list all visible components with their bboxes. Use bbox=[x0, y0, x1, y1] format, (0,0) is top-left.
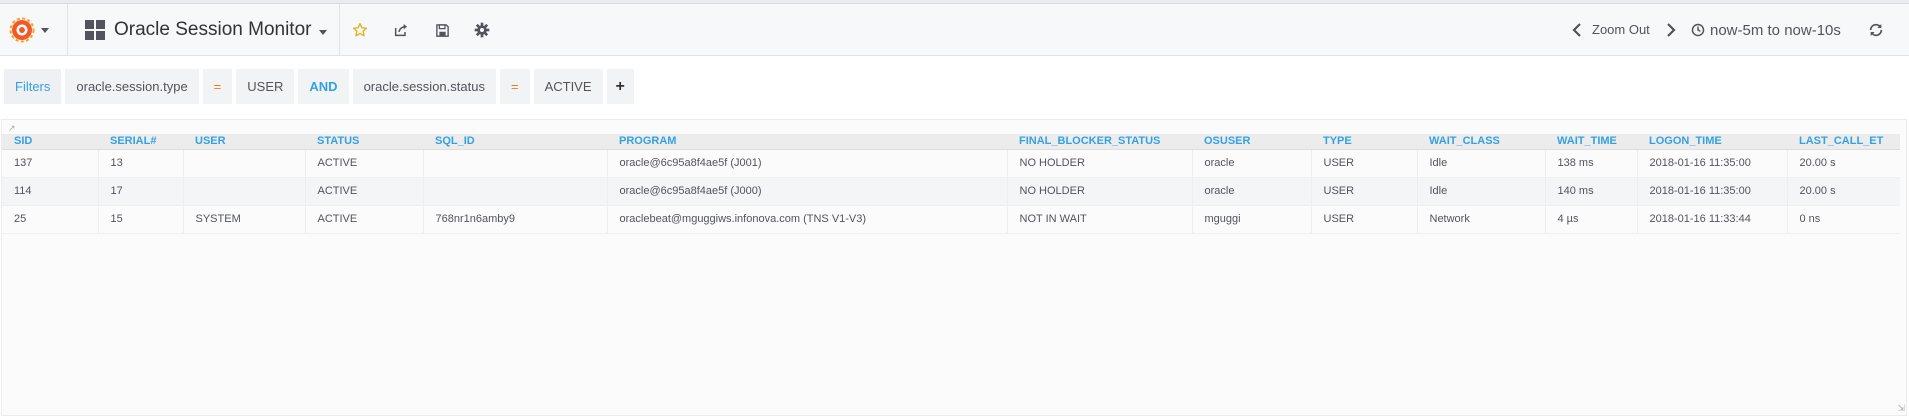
table-row: 137 13 ACTIVE oracle@6c95a8f4ae5f (J001)… bbox=[2, 149, 1900, 178]
table-header-row: SID SERIAL# USER STATUS SQL_ID PROGRAM F… bbox=[2, 134, 1900, 150]
table-cell: 13 bbox=[98, 149, 184, 178]
table-cell: 137 bbox=[2, 149, 99, 178]
table-cell: Network bbox=[1417, 205, 1546, 234]
table-cell: oracle bbox=[1192, 149, 1312, 178]
table-cell: USER bbox=[1311, 205, 1418, 234]
dashboard-picker[interactable]: Oracle Session Monitor bbox=[70, 4, 340, 56]
table-cell bbox=[183, 149, 306, 178]
table-cell: ACTIVE bbox=[305, 149, 424, 178]
dashboard-title: Oracle Session Monitor bbox=[114, 19, 312, 40]
table-cell: 15 bbox=[98, 205, 184, 234]
clock-icon bbox=[1691, 23, 1705, 37]
filter-value[interactable]: USER bbox=[236, 69, 295, 104]
refresh-icon bbox=[1869, 23, 1883, 37]
table-cell: 25 bbox=[2, 205, 99, 234]
time-range-label: now-5m to now-10s bbox=[1710, 21, 1841, 39]
table-cell: oracle@6c95a8f4ae5f (J001) bbox=[607, 149, 1008, 178]
star-icon bbox=[352, 23, 368, 37]
table-cell: Idle bbox=[1417, 177, 1546, 206]
column-header[interactable]: LOGON_TIME bbox=[1637, 134, 1787, 150]
table-cell bbox=[183, 177, 306, 206]
filter-bar: Filters oracle.session.type = USER AND o… bbox=[0, 69, 638, 104]
column-header[interactable]: SQL_ID bbox=[423, 134, 607, 150]
table-cell: ACTIVE bbox=[305, 205, 424, 234]
gear-icon bbox=[474, 22, 490, 38]
column-header[interactable]: TYPE bbox=[1311, 134, 1417, 150]
zoom-out-button[interactable]: Zoom Out bbox=[1592, 22, 1650, 37]
table-row: 114 17 ACTIVE oracle@6c95a8f4ae5f (J000)… bbox=[2, 177, 1900, 206]
table-cell: NO HOLDER bbox=[1007, 177, 1193, 206]
session-table-panel: ↗ SID SERIAL# USER STATUS SQL_ID PROGRAM… bbox=[1, 119, 1907, 416]
table-cell: USER bbox=[1311, 177, 1418, 206]
table-cell: 2018-01-16 11:35:00 bbox=[1637, 177, 1788, 206]
table-cell: 138 ms bbox=[1545, 149, 1638, 178]
panel-link-icon[interactable]: ↗ bbox=[8, 123, 16, 134]
table-cell: mguggi bbox=[1192, 205, 1312, 234]
time-shift-forward-button[interactable] bbox=[1660, 16, 1682, 44]
table-cell: 114 bbox=[2, 177, 99, 206]
table-cell: oraclebeat@mguggiws.infonova.com (TNS V1… bbox=[607, 205, 1008, 234]
column-header[interactable]: STATUS bbox=[305, 134, 423, 150]
chevron-down-icon bbox=[41, 27, 49, 33]
chevron-down-icon bbox=[319, 29, 328, 35]
column-header[interactable]: LAST_CALL_ET bbox=[1787, 134, 1900, 150]
chevron-right-icon bbox=[1667, 23, 1676, 37]
column-header[interactable]: PROGRAM bbox=[607, 134, 1007, 150]
session-table: SID SERIAL# USER STATUS SQL_ID PROGRAM F… bbox=[2, 134, 1900, 234]
column-header[interactable]: WAIT_TIME bbox=[1545, 134, 1637, 150]
table-cell: Idle bbox=[1417, 149, 1546, 178]
filter-operator[interactable]: = bbox=[202, 69, 233, 104]
table-cell: 4 µs bbox=[1545, 205, 1638, 234]
save-icon bbox=[435, 23, 449, 37]
table-cell: ACTIVE bbox=[305, 177, 424, 206]
grafana-logo-icon bbox=[9, 17, 35, 43]
refresh-button[interactable] bbox=[1862, 16, 1890, 44]
filter-value[interactable]: ACTIVE bbox=[533, 69, 603, 104]
table-cell: 20.00 s bbox=[1787, 177, 1900, 206]
settings-button[interactable] bbox=[468, 16, 496, 44]
table-cell: NO HOLDER bbox=[1007, 149, 1193, 178]
table-cell: 20.00 s bbox=[1787, 149, 1900, 178]
column-header[interactable]: WAIT_CLASS bbox=[1417, 134, 1545, 150]
table-cell: NOT IN WAIT bbox=[1007, 205, 1193, 234]
table-cell: 0 ns bbox=[1787, 205, 1900, 234]
save-button[interactable] bbox=[428, 16, 456, 44]
grid-icon bbox=[85, 20, 105, 40]
table-cell: oracle@6c95a8f4ae5f (J000) bbox=[607, 177, 1008, 206]
table-row: 25 15 SYSTEM ACTIVE 768nr1n6amby9 oracle… bbox=[2, 205, 1900, 234]
filter-operator[interactable]: = bbox=[499, 69, 530, 104]
table-cell: 2018-01-16 11:35:00 bbox=[1637, 149, 1788, 178]
table-cell: 768nr1n6amby9 bbox=[423, 205, 608, 234]
column-header[interactable]: FINAL_BLOCKER_STATUS bbox=[1007, 134, 1192, 150]
column-header[interactable]: USER bbox=[183, 134, 305, 150]
table-cell: oracle bbox=[1192, 177, 1312, 206]
star-button[interactable] bbox=[346, 16, 374, 44]
column-header[interactable]: OSUSER bbox=[1192, 134, 1311, 150]
table-cell: 140 ms bbox=[1545, 177, 1638, 206]
table-cell bbox=[423, 177, 608, 206]
chevron-left-icon bbox=[1572, 23, 1581, 37]
filter-conjunction[interactable]: AND bbox=[298, 69, 349, 104]
table-cell: SYSTEM bbox=[183, 205, 306, 234]
filter-key[interactable]: oracle.session.type bbox=[65, 69, 199, 104]
filters-label: Filters bbox=[4, 69, 62, 104]
table-cell: 17 bbox=[98, 177, 184, 206]
share-button[interactable] bbox=[387, 16, 415, 44]
column-header[interactable]: SID bbox=[2, 134, 98, 150]
resize-handle-icon[interactable]: ⇲ bbox=[1897, 403, 1905, 414]
filter-key[interactable]: oracle.session.status bbox=[352, 69, 496, 104]
time-shift-back-button[interactable] bbox=[1566, 16, 1588, 44]
navbar: Oracle Session Monitor Zoom Out now-5m t… bbox=[0, 4, 1909, 56]
table-cell: USER bbox=[1311, 149, 1418, 178]
add-filter-button[interactable]: + bbox=[606, 69, 634, 104]
time-range-picker[interactable]: now-5m to now-10s bbox=[1691, 16, 1841, 44]
grafana-menu-button[interactable] bbox=[0, 4, 68, 56]
share-icon bbox=[394, 24, 407, 37]
table-cell: 2018-01-16 11:33:44 bbox=[1637, 205, 1788, 234]
column-header[interactable]: SERIAL# bbox=[98, 134, 183, 150]
table-cell bbox=[423, 149, 608, 178]
